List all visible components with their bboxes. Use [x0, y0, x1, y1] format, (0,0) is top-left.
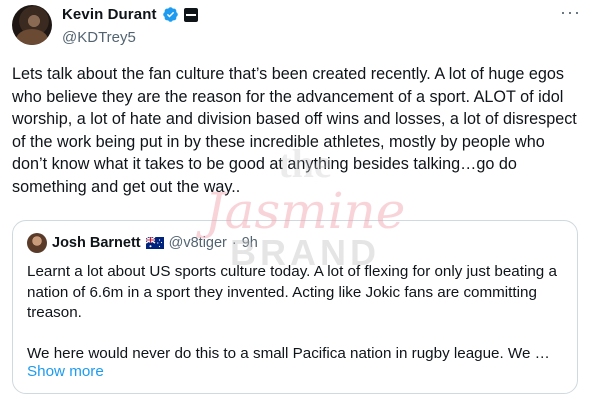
show-more-link[interactable]: Show more: [27, 363, 104, 380]
australia-flag-icon: [145, 237, 164, 249]
quoted-author-handle[interactable]: @v8tiger: [169, 235, 227, 251]
author-handle[interactable]: @KDTrey5: [62, 29, 136, 46]
quoted-tweet-header: Josh Barnett @v8tiger · 9h: [27, 233, 258, 253]
author-avatar[interactable]: [12, 5, 52, 45]
author-display-name[interactable]: Kevin Durant: [62, 6, 157, 23]
tweet-text: Lets talk about the fan culture that’s b…: [12, 65, 577, 196]
more-options-icon[interactable]: ···: [560, 2, 581, 23]
quoted-author-name[interactable]: Josh Barnett: [52, 235, 141, 251]
meta-separator: ·: [231, 235, 237, 251]
quoted-tweet-text: Learnt a lot about US sports culture tod…: [27, 263, 557, 362]
brand-affiliation-icon[interactable]: [183, 7, 198, 22]
quoted-author-avatar[interactable]: [27, 233, 47, 253]
quoted-tweet[interactable]: Josh Barnett @v8tiger · 9h Learnt a lot …: [12, 220, 578, 394]
quoted-timestamp[interactable]: 9h: [242, 235, 258, 251]
author-name-row: Kevin Durant: [62, 6, 198, 23]
verified-badge-icon: [162, 7, 178, 22]
